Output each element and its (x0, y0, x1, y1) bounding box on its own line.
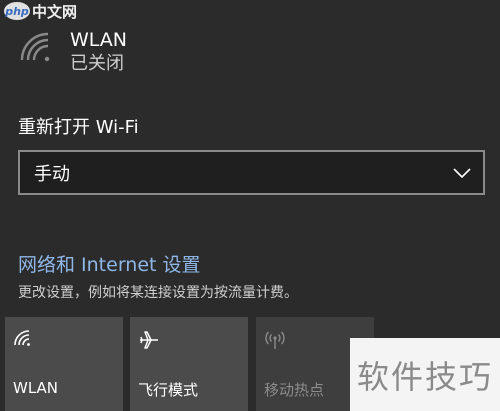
wlan-tile-label: WLAN (13, 379, 59, 397)
site-watermark: php 中文网 (0, 0, 81, 22)
brand-overlay-text: 软件技巧 (356, 357, 493, 396)
wlan-tile[interactable]: WLAN (5, 317, 123, 411)
brand-overlay: 软件技巧 (350, 338, 500, 411)
airplane-mode-tile[interactable]: 飞行模式 (130, 317, 248, 411)
watermark-site-name: 中文网 (32, 2, 78, 21)
reopen-wifi-label: 重新打开 Wi-Fi (18, 117, 139, 138)
hotspot-icon (265, 331, 285, 349)
wlan-header: WLAN 已关闭 (18, 28, 127, 76)
chevron-down-icon (453, 167, 471, 178)
network-settings-description: 更改设置，例如将某连接设置为按流量计费。 (18, 285, 298, 301)
dropdown-selected-value: 手动 (34, 163, 70, 185)
network-settings-link[interactable]: 网络和 Internet 设置 (18, 250, 201, 277)
wlan-status: 已关闭 (70, 53, 124, 74)
wlan-title: WLAN (70, 29, 128, 51)
wifi-icon (20, 32, 50, 62)
airplane-icon (140, 331, 158, 349)
reopen-wifi-dropdown[interactable]: 手动 (18, 150, 485, 195)
mobile-hotspot-tile-label: 移动热点 (264, 381, 325, 399)
wifi-icon (14, 330, 30, 346)
php-logo: php (4, 2, 30, 20)
airplane-mode-tile-label: 飞行模式 (138, 381, 199, 399)
